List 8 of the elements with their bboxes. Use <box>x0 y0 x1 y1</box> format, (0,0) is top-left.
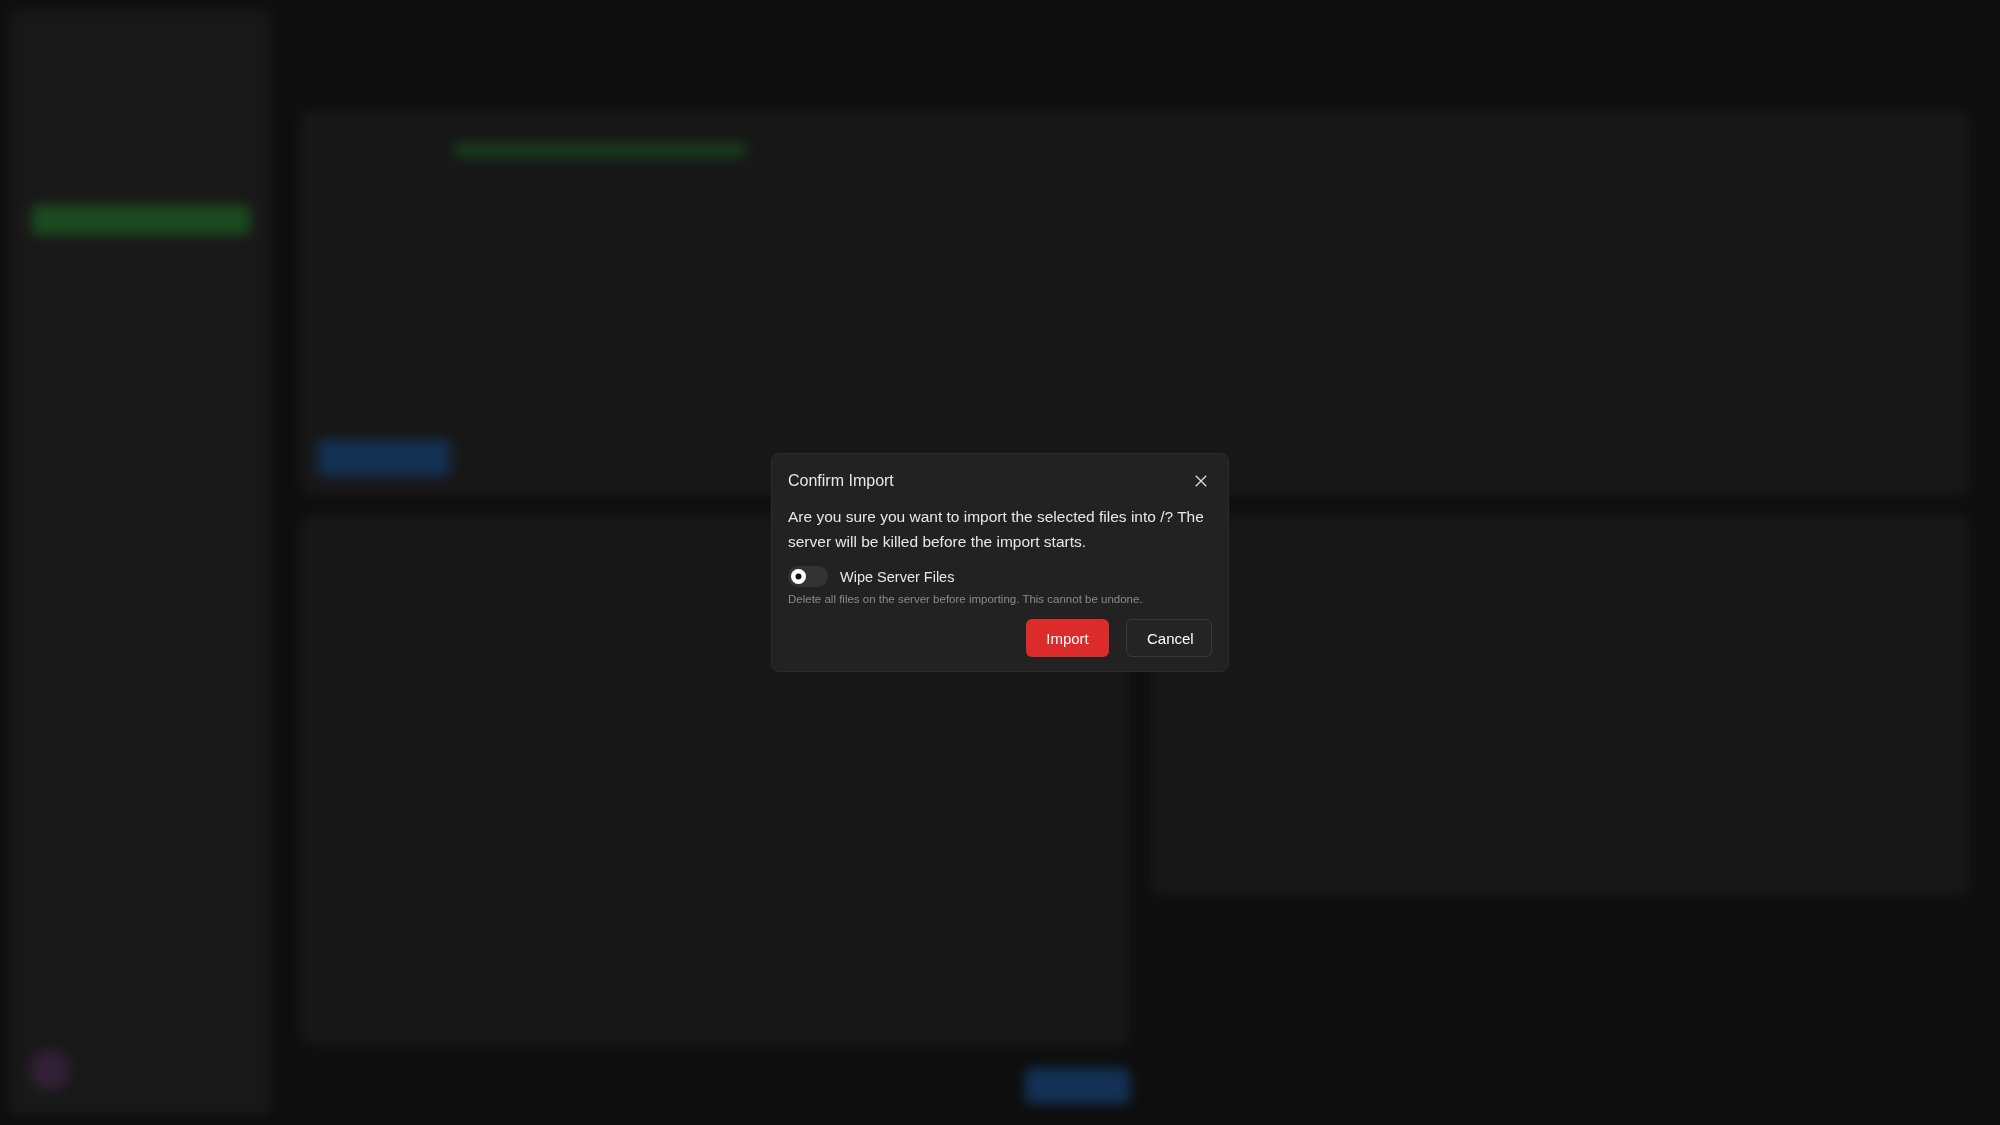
cancel-button[interactable]: Cancel <box>1126 619 1212 657</box>
close-icon[interactable] <box>1194 474 1208 488</box>
dialog-title: Confirm Import <box>788 472 894 490</box>
wipe-toggle[interactable] <box>788 566 828 587</box>
import-button[interactable]: Import <box>1026 619 1109 657</box>
toggle-label: Wipe Server Files <box>840 568 955 585</box>
dialog-message: Are you sure you want to import the selected files into /? The server will be killed before the import starts. <box>788 507 1205 552</box>
toggle-hint: Delete all files on the server before importing. This cannot be undone. <box>788 593 1144 605</box>
